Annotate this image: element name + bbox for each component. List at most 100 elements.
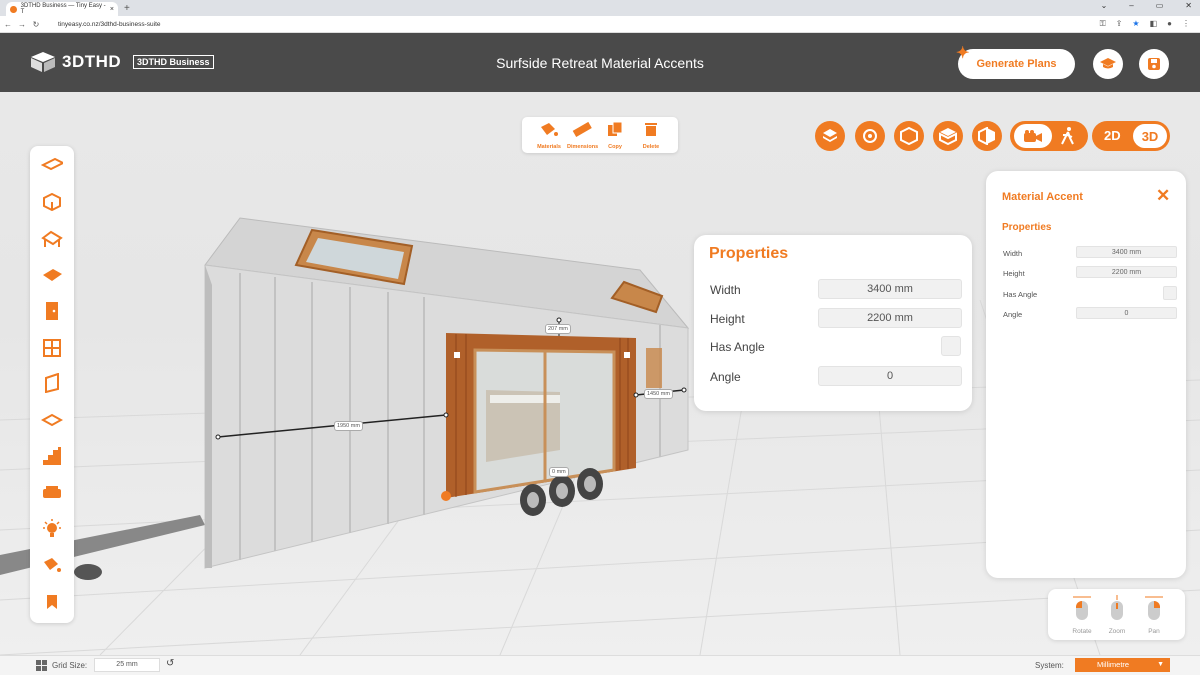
mouse-controls-help: Rotate Zoom Pan — [1048, 589, 1185, 640]
trash-icon — [645, 123, 657, 136]
tool-bookmark[interactable] — [37, 587, 67, 617]
walk-icon[interactable] — [1060, 127, 1076, 145]
maximize-button[interactable]: ▭ — [1156, 1, 1164, 10]
toggle-2d[interactable]: 2D — [1104, 128, 1121, 143]
box-top-icon — [939, 128, 957, 145]
zoom-help: Zoom — [1102, 595, 1132, 635]
extensions-icon[interactable]: ◧ — [1150, 19, 1158, 29]
ruler-icon — [572, 121, 592, 137]
dimensions-tool-button[interactable]: Dimensions — [567, 121, 599, 150]
forward-icon[interactable]: → — [16, 20, 28, 29]
key-icon[interactable]: ⚿ — [1100, 19, 1106, 29]
reset-icon[interactable]: ↺ — [166, 658, 174, 669]
bookmark-star-icon[interactable]: ★ — [1132, 19, 1139, 29]
profile-icon[interactable]: ● — [1167, 19, 1172, 29]
tool-walls[interactable] — [37, 187, 67, 217]
url-field[interactable]: tinyeasy.co.nz/3dthd-business-suite — [58, 21, 161, 28]
tool-windows[interactable] — [37, 333, 67, 363]
dimension-right-label: 1450 mm — [644, 389, 673, 399]
sparkle-icon: ✦ — [956, 45, 970, 62]
panel-subtitle: Properties — [1002, 222, 1052, 233]
layers-icon — [823, 129, 837, 142]
box-view-icon — [900, 127, 918, 145]
favicon-icon — [10, 5, 17, 13]
mouse-rotate-icon — [1073, 596, 1091, 620]
tool-furniture[interactable] — [37, 477, 67, 507]
layers-button[interactable] — [815, 121, 845, 151]
delete-tool-button[interactable]: Delete — [636, 121, 666, 150]
panel-has-angle-checkbox[interactable] — [1163, 286, 1177, 300]
view-box-button[interactable] — [894, 121, 924, 151]
menu-icon[interactable]: ⋮ — [1182, 19, 1190, 29]
prop-height-label: Height — [710, 312, 745, 326]
chevron-down-icon: ▼ — [1157, 661, 1164, 668]
tool-lighting[interactable] — [37, 514, 67, 544]
prop-width-label: Width — [710, 283, 741, 297]
save-button[interactable] — [1139, 49, 1169, 79]
prop-angle-field[interactable]: 0 — [818, 366, 962, 386]
reload-icon[interactable]: ↻ — [30, 20, 42, 29]
mouse-pan-icon — [1145, 596, 1163, 620]
tool-floors[interactable] — [37, 405, 67, 435]
browser-tabbar: 3DTHD Business — Tiny Easy - T × + ⌄ – ▭… — [0, 0, 1200, 16]
tab-search-icon[interactable]: ⌄ — [1101, 1, 1108, 10]
grid-icon — [36, 660, 47, 671]
toggle-3d[interactable]: 3D — [1133, 124, 1167, 148]
back-icon[interactable]: ← — [2, 20, 14, 29]
dimension-left-label: 1950 mm — [334, 421, 363, 431]
material-accent-panel: Material Accent ✕ Properties Width 3400 … — [986, 171, 1186, 578]
copy-tool-label: Copy — [608, 144, 622, 150]
close-tab-icon[interactable]: × — [110, 6, 114, 13]
delete-tool-label: Delete — [642, 144, 660, 150]
tool-materials[interactable] — [37, 550, 67, 580]
copy-tool-button[interactable]: Copy — [600, 121, 630, 150]
tutorial-button[interactable] — [1093, 49, 1123, 79]
close-icon[interactable]: ✕ — [1156, 186, 1170, 206]
properties-card: Properties Width 3400 mm Height 2200 mm … — [694, 235, 972, 411]
roof-icon — [41, 230, 63, 247]
camera-walk-toggle[interactable] — [1010, 121, 1088, 151]
close-window-button[interactable]: ✕ — [1185, 1, 1192, 10]
materials-tool-button[interactable]: Materials — [534, 121, 564, 150]
properties-card-title: Properties — [709, 245, 789, 262]
generate-plans-button[interactable]: ✦ Generate Plans — [956, 45, 1075, 79]
prop-has-angle-checkbox[interactable] — [941, 336, 961, 356]
minimize-button[interactable]: – — [1129, 1, 1133, 10]
lightbulb-icon — [43, 519, 61, 537]
prop-width-field[interactable]: 3400 mm — [818, 279, 962, 299]
tool-stairs[interactable] — [37, 441, 67, 471]
tool-cladding[interactable] — [37, 260, 67, 290]
prop-height-field[interactable]: 2200 mm — [818, 308, 962, 328]
view-top-button[interactable] — [933, 121, 963, 151]
browser-tab[interactable]: 3DTHD Business — Tiny Easy - T × — [6, 2, 118, 16]
camera-mode-button[interactable] — [1014, 124, 1052, 148]
tool-roof[interactable] — [37, 224, 67, 254]
new-tab-button[interactable]: + — [124, 2, 130, 16]
tool-panels[interactable] — [37, 368, 67, 398]
system-select[interactable]: Millimetre ▼ — [1075, 658, 1170, 672]
share-icon[interactable]: ⇪ — [1116, 19, 1123, 29]
tool-doors[interactable] — [37, 296, 67, 326]
copy-icon — [608, 121, 623, 136]
search-view-button[interactable] — [855, 121, 885, 151]
door-icon — [46, 302, 58, 320]
panel-angle-field[interactable]: 0 — [1076, 307, 1177, 319]
panel-icon — [45, 373, 59, 393]
left-toolbar — [30, 146, 74, 623]
panel-angle-label: Angle — [1003, 310, 1023, 319]
panel-height-field[interactable]: 2200 mm — [1076, 266, 1177, 278]
panel-title: Material Accent — [1002, 191, 1083, 203]
pan-label: Pan — [1148, 628, 1160, 635]
panel-width-field[interactable]: 3400 mm — [1076, 246, 1177, 258]
dimension-bottom-label: 0 mm — [549, 467, 569, 477]
rotate-label: Rotate — [1072, 628, 1092, 635]
dimension-toggle[interactable]: 2D 3D — [1092, 121, 1170, 151]
dimensions-tool-label: Dimensions — [567, 144, 599, 150]
grid-size-input[interactable]: 25 mm — [94, 658, 160, 672]
view-side-button[interactable] — [972, 121, 1002, 151]
dimension-top-label: 207 mm — [545, 324, 571, 334]
tool-floor[interactable] — [37, 149, 67, 179]
panel-width-label: Width — [1003, 249, 1023, 258]
grid-size-label: Grid Size: — [52, 661, 88, 670]
sofa-icon — [43, 486, 61, 498]
